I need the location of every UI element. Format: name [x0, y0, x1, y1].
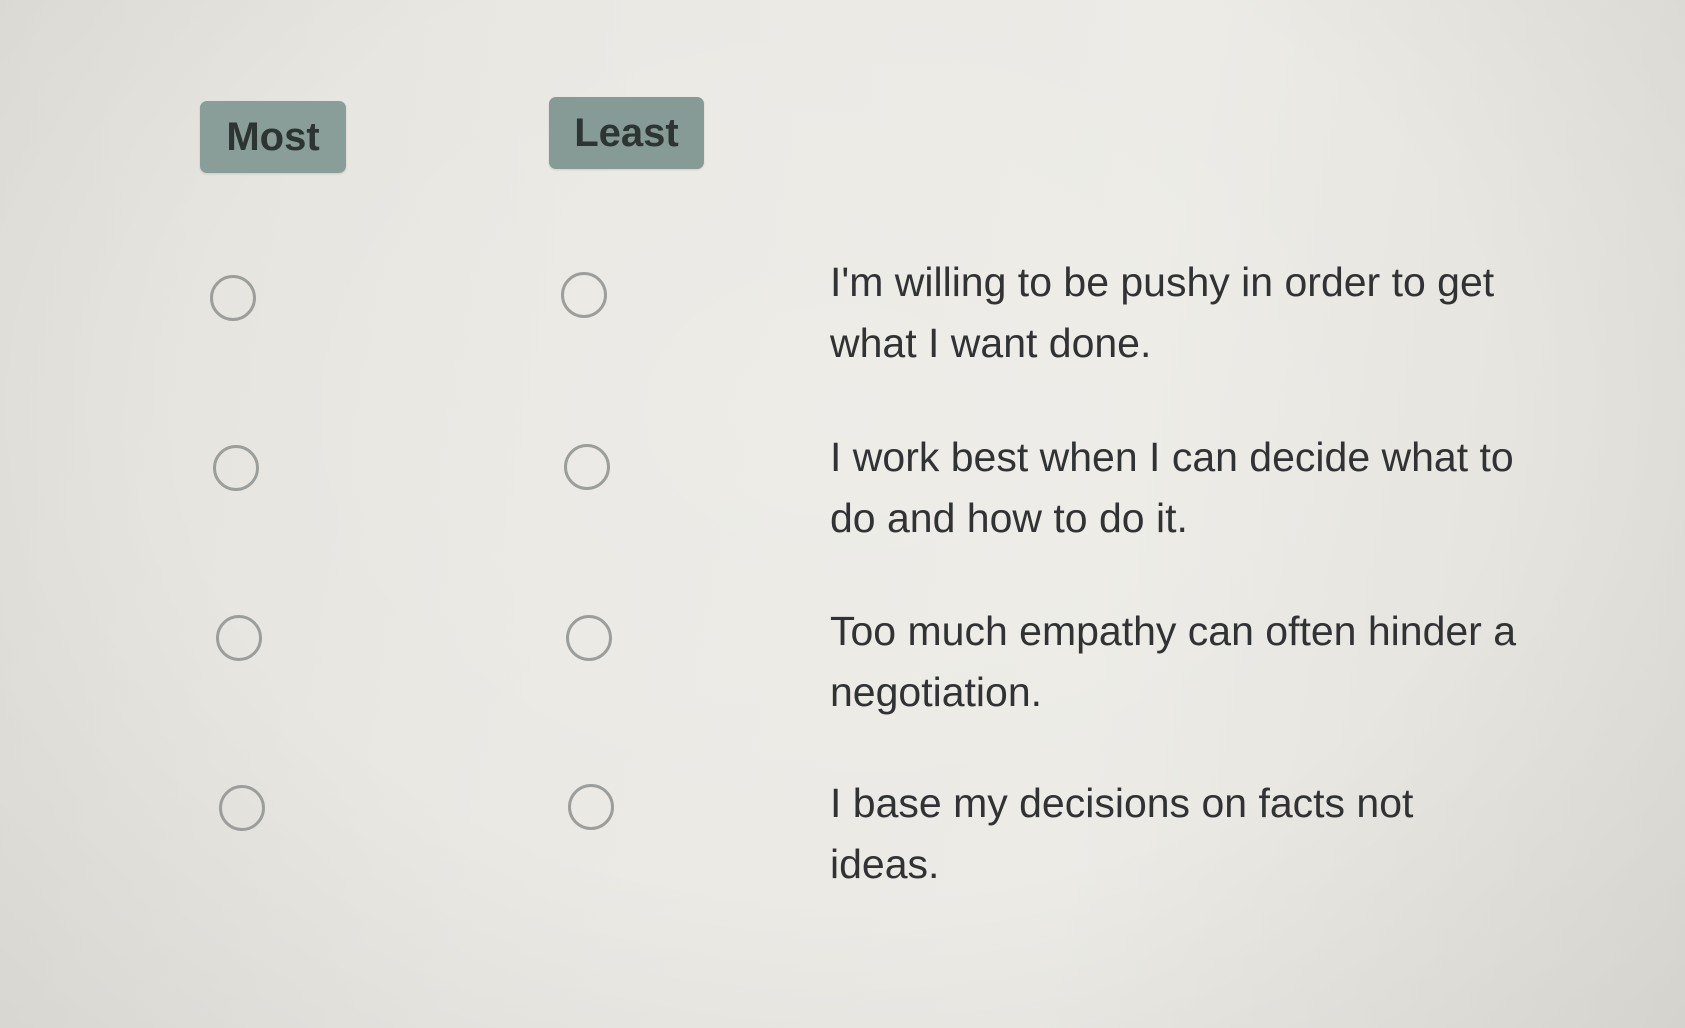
- radio-most-1[interactable]: [210, 275, 256, 321]
- radio-most-3[interactable]: [216, 615, 262, 661]
- most-column-header: Most: [200, 101, 346, 173]
- radio-most-2[interactable]: [213, 445, 259, 491]
- radio-least-3[interactable]: [566, 615, 612, 661]
- radio-least-2[interactable]: [564, 444, 610, 490]
- statement-2: I work best when I can decide what to do…: [830, 434, 1514, 541]
- statement-1: I'm willing to be pushy in order to get …: [830, 259, 1495, 366]
- radio-most-4[interactable]: [219, 785, 265, 831]
- statement-3: Too much empathy can often hinder a nego…: [830, 608, 1517, 715]
- radio-least-1[interactable]: [561, 272, 607, 318]
- least-column-header: Least: [549, 97, 704, 169]
- radio-least-4[interactable]: [568, 784, 614, 830]
- statement-4: I base my decisions on facts not ideas.: [830, 780, 1414, 887]
